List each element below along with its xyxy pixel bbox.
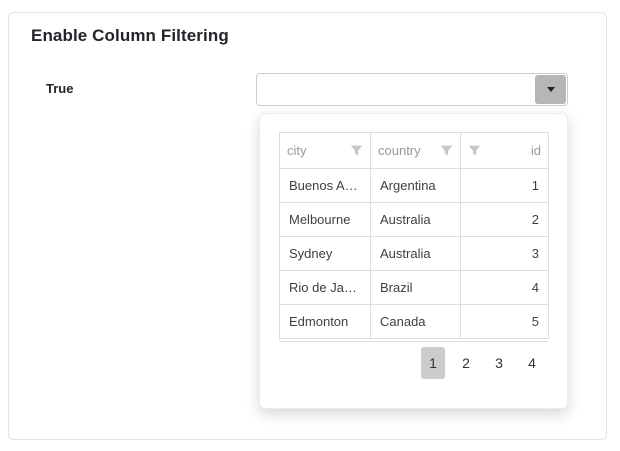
cell-country[interactable]: Australia [370, 202, 461, 237]
page-button-3[interactable]: 3 [487, 347, 511, 379]
column-label: city [287, 143, 307, 158]
cell-id[interactable]: 1 [460, 168, 549, 203]
caret-down-icon [546, 87, 555, 92]
column-label: id [530, 143, 541, 158]
pagination: 1 2 3 4 [421, 347, 544, 379]
filtering-state-label: True [46, 81, 74, 96]
table-row[interactable]: Rio de Ja… Brazil 4 [279, 270, 549, 305]
page: Enable Column Filtering True city countr… [0, 0, 620, 451]
cell-city[interactable]: Buenos A… [279, 168, 371, 203]
page-button-1[interactable]: 1 [421, 347, 445, 379]
combo-input[interactable] [257, 74, 533, 105]
settings-card: Enable Column Filtering True city countr… [8, 12, 607, 440]
cell-country[interactable]: Brazil [370, 270, 461, 305]
dropdown-panel: city country id Buenos A… Argentina 1 Me… [259, 113, 568, 409]
table-row[interactable]: Sydney Australia 3 [279, 236, 549, 271]
column-label: country [378, 143, 421, 158]
card-title: Enable Column Filtering [31, 26, 229, 45]
grid-combobox[interactable] [256, 73, 568, 106]
table-row[interactable]: Buenos A… Argentina 1 [279, 168, 549, 203]
cell-country[interactable]: Australia [370, 236, 461, 271]
cell-city[interactable]: Melbourne [279, 202, 371, 237]
table-row[interactable]: Edmonton Canada 5 [279, 304, 549, 339]
cell-id[interactable]: 2 [460, 202, 549, 237]
page-button-4[interactable]: 4 [520, 347, 544, 379]
column-header-id[interactable]: id [460, 132, 549, 169]
filter-funnel-icon[interactable] [440, 144, 453, 157]
cell-city[interactable]: Edmonton [279, 304, 371, 339]
cell-country[interactable]: Canada [370, 304, 461, 339]
dropdown-toggle-button[interactable] [535, 75, 566, 104]
data-grid: city country id Buenos A… Argentina 1 Me… [279, 132, 549, 339]
pager-divider [279, 341, 548, 342]
cell-id[interactable]: 3 [460, 236, 549, 271]
header-row: city country id [279, 132, 549, 169]
filter-funnel-icon[interactable] [468, 144, 481, 157]
cell-city[interactable]: Sydney [279, 236, 371, 271]
cell-id[interactable]: 5 [460, 304, 549, 339]
column-header-city[interactable]: city [279, 132, 371, 169]
filter-funnel-icon[interactable] [350, 144, 363, 157]
table-row[interactable]: Melbourne Australia 2 [279, 202, 549, 237]
page-button-2[interactable]: 2 [454, 347, 478, 379]
column-header-country[interactable]: country [370, 132, 461, 169]
cell-country[interactable]: Argentina [370, 168, 461, 203]
cell-city[interactable]: Rio de Ja… [279, 270, 371, 305]
cell-id[interactable]: 4 [460, 270, 549, 305]
